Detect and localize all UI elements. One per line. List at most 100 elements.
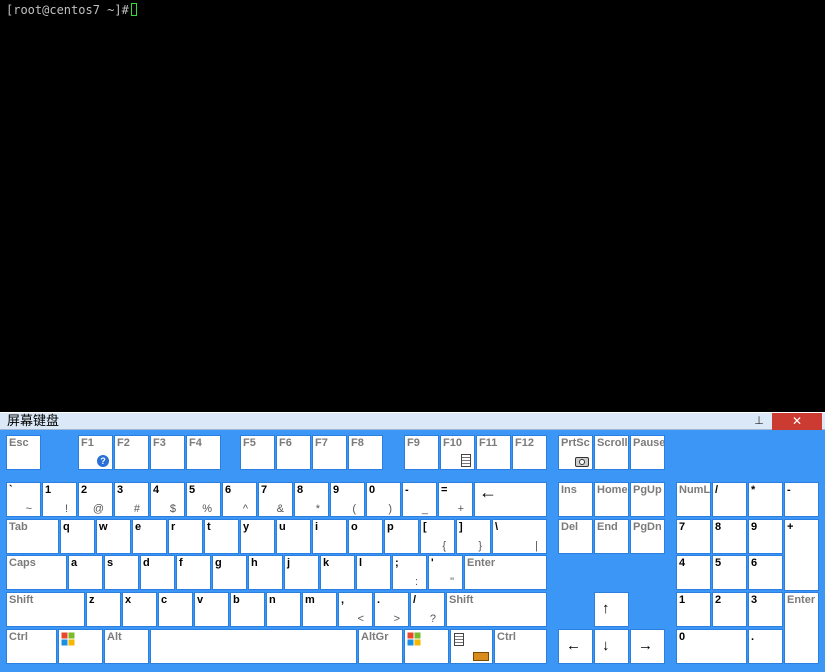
key-tab[interactable]: Tab — [6, 519, 59, 554]
key-alt[interactable]: Alt — [104, 629, 149, 664]
key-z[interactable]: z — [86, 592, 121, 627]
key-digit-0[interactable]: 0) — [366, 482, 401, 517]
key-bracket-right[interactable]: ]} — [456, 519, 491, 554]
key-backtick[interactable]: ` ~ — [6, 482, 41, 517]
key-q[interactable]: q — [60, 519, 95, 554]
key-b[interactable]: b — [230, 592, 265, 627]
key-num-0[interactable]: 0 — [676, 629, 747, 664]
key-a[interactable]: a — [68, 555, 103, 590]
key-pgup[interactable]: PgUp — [630, 482, 665, 517]
key-quote[interactable]: ' " — [428, 555, 463, 590]
key-backspace[interactable]: ← — [474, 482, 547, 517]
key-arrow-up[interactable]: ↑ — [594, 592, 629, 627]
key-num-8[interactable]: 8 — [712, 519, 747, 554]
key-digit-1[interactable]: 1! — [42, 482, 77, 517]
key-numlock[interactable]: NumL — [676, 482, 711, 517]
key-f5[interactable]: F5 — [240, 435, 275, 470]
key-num-7[interactable]: 7 — [676, 519, 711, 554]
key-comma[interactable]: , < — [338, 592, 373, 627]
key-bracket-left[interactable]: [{ — [420, 519, 455, 554]
key-s[interactable]: s — [104, 555, 139, 590]
key-f12[interactable]: F12 — [512, 435, 547, 470]
key-e[interactable]: e — [132, 519, 167, 554]
key-v[interactable]: v — [194, 592, 229, 627]
key-shift-left[interactable]: Shift — [6, 592, 85, 627]
key-num-2[interactable]: 2 — [712, 592, 747, 627]
key-num-add[interactable]: + — [784, 519, 819, 591]
keyboard-titlebar[interactable]: 屏幕键盘 ⊥ ✕ — [0, 412, 825, 430]
key-shift-right[interactable]: Shift — [446, 592, 547, 627]
key-num-1[interactable]: 1 — [676, 592, 711, 627]
key-t[interactable]: t — [204, 519, 239, 554]
key-n[interactable]: n — [266, 592, 301, 627]
key-ctrl-left[interactable]: Ctrl — [6, 629, 57, 664]
key-f10[interactable]: F10 — [440, 435, 475, 470]
key-win-left[interactable] — [58, 629, 103, 664]
key-backslash[interactable]: \ | — [492, 519, 547, 554]
key-o[interactable]: o — [348, 519, 383, 554]
key-num-subtract[interactable]: - — [784, 482, 819, 517]
key-num-4[interactable]: 4 — [676, 555, 711, 590]
key-g[interactable]: g — [212, 555, 247, 590]
key-num-3[interactable]: 3 — [748, 592, 783, 627]
key-f2[interactable]: F2 — [114, 435, 149, 470]
key-f7[interactable]: F7 — [312, 435, 347, 470]
key-ctrl-right[interactable]: Ctrl — [494, 629, 547, 664]
pin-icon[interactable]: ⊥ — [752, 414, 766, 429]
key-f8[interactable]: F8 — [348, 435, 383, 470]
key-f4[interactable]: F4 — [186, 435, 221, 470]
key-digit-7[interactable]: 7 & — [258, 482, 293, 517]
key-x[interactable]: x — [122, 592, 157, 627]
key-f3[interactable]: F3 — [150, 435, 185, 470]
key-num-divide[interactable]: / — [712, 482, 747, 517]
key-win-right[interactable] — [404, 629, 449, 664]
key-minus[interactable]: - _ — [402, 482, 437, 517]
key-digit-3[interactable]: 3 # — [114, 482, 149, 517]
terminal-window[interactable]: [root@centos7 ~]# — [0, 0, 825, 412]
key-slash[interactable]: /? — [410, 592, 445, 627]
key-period[interactable]: . > — [374, 592, 409, 627]
key-num-5[interactable]: 5 — [712, 555, 747, 590]
key-y[interactable]: y — [240, 519, 275, 554]
key-f6[interactable]: F6 — [276, 435, 311, 470]
key-h[interactable]: h — [248, 555, 283, 590]
key-num-decimal[interactable]: . — [748, 629, 783, 664]
key-digit-2[interactable]: 2 @ — [78, 482, 113, 517]
key-k[interactable]: k — [320, 555, 355, 590]
key-f11[interactable]: F11 — [476, 435, 511, 470]
key-j[interactable]: j — [284, 555, 319, 590]
key-digit-8[interactable]: 8 * — [294, 482, 329, 517]
key-m[interactable]: m — [302, 592, 337, 627]
key-digit-6[interactable]: 6 ^ — [222, 482, 257, 517]
key-w[interactable]: w — [96, 519, 131, 554]
key-l[interactable]: l — [356, 555, 391, 590]
key-f1[interactable]: F1? — [78, 435, 113, 470]
close-button[interactable]: ✕ — [772, 413, 822, 430]
key-digit-5[interactable]: 5% — [186, 482, 221, 517]
key-esc[interactable]: Esc — [6, 435, 41, 470]
key-enter[interactable]: Enter — [464, 555, 547, 590]
key-f9[interactable]: F9 — [404, 435, 439, 470]
key-space[interactable] — [150, 629, 357, 664]
key-f[interactable]: f — [176, 555, 211, 590]
key-p[interactable]: p — [384, 519, 419, 554]
key-num-9[interactable]: 9 — [748, 519, 783, 554]
key-arrow-down[interactable]: ↓ — [594, 629, 629, 664]
key-r[interactable]: r — [168, 519, 203, 554]
key-pause[interactable]: Pause — [630, 435, 665, 470]
key-altgr[interactable]: AltGr — [358, 629, 403, 664]
key-arrow-left[interactable]: ← — [558, 629, 593, 664]
key-fn-keyboard[interactable] — [450, 629, 493, 664]
key-arrow-right[interactable]: → — [630, 629, 665, 664]
key-ins[interactable]: Ins — [558, 482, 593, 517]
key-equals[interactable]: = + — [438, 482, 473, 517]
key-u[interactable]: u — [276, 519, 311, 554]
key-del[interactable]: Del — [558, 519, 593, 554]
key-semicolon[interactable]: ;: — [392, 555, 427, 590]
key-digit-4[interactable]: 4 $ — [150, 482, 185, 517]
key-num-6[interactable]: 6 — [748, 555, 783, 590]
key-caps[interactable]: Caps — [6, 555, 67, 590]
key-num-multiply[interactable]: * — [748, 482, 783, 517]
key-digit-9[interactable]: 9( — [330, 482, 365, 517]
key-home[interactable]: Home — [594, 482, 629, 517]
